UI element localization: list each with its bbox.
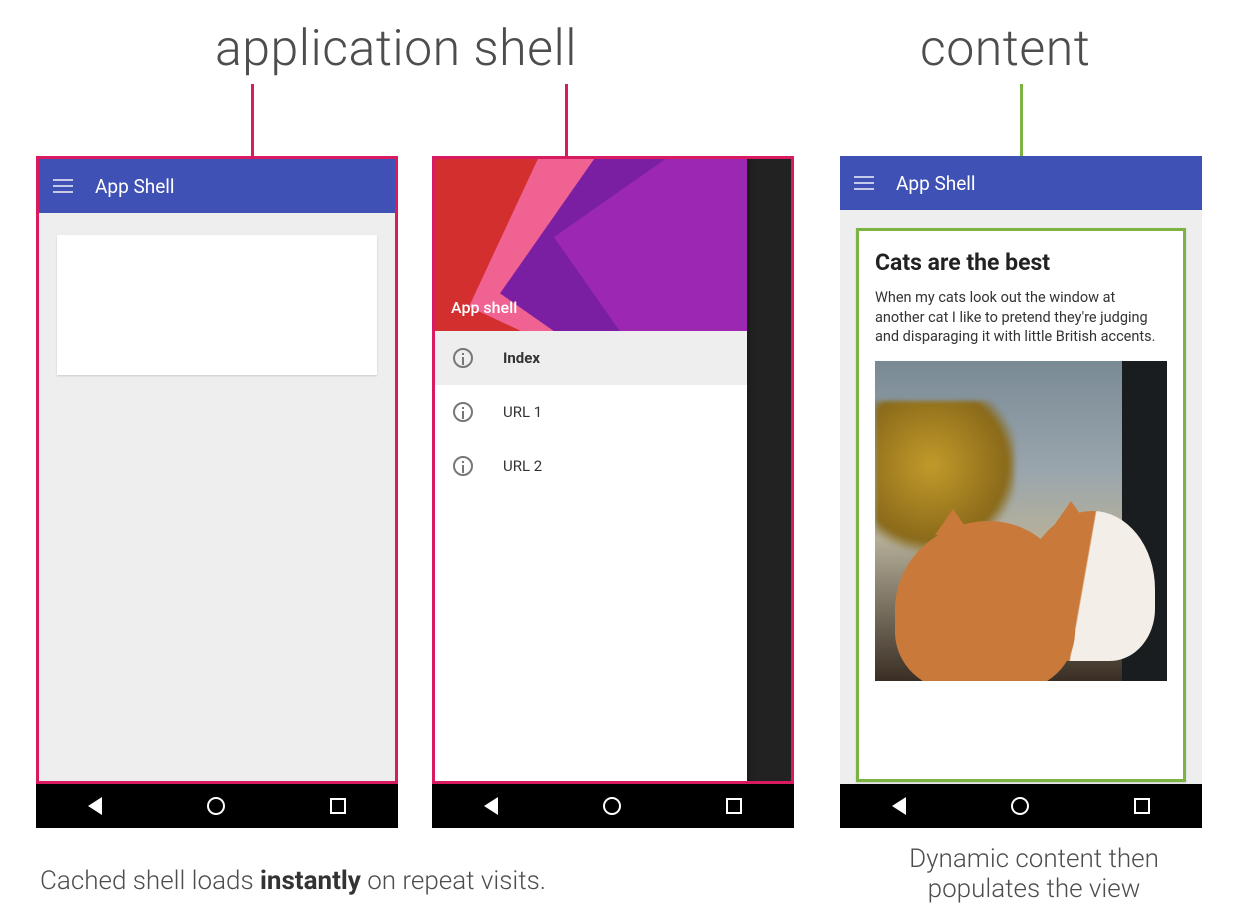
drawer-title: App shell: [451, 298, 517, 317]
drawer-item-url1[interactable]: URL 1: [435, 385, 747, 439]
hamburger-icon[interactable]: [854, 176, 874, 190]
caption-left-pre: Cached shell loads: [40, 866, 260, 896]
info-icon: [453, 456, 473, 476]
appbar-title: App Shell: [896, 172, 976, 195]
drawer-header: App shell: [435, 159, 747, 331]
appbar: App Shell: [840, 156, 1202, 210]
caption-left-bold: instantly: [260, 866, 361, 896]
drawer-item-url2[interactable]: URL 2: [435, 439, 747, 493]
caption-right-line2: populates the view: [928, 874, 1141, 904]
connector-shell-right: [565, 84, 568, 159]
phone2-screen: App shell Index URL 1 URL 2: [432, 156, 794, 784]
phone-shell-drawer: App shell Index URL 1 URL 2: [432, 156, 794, 828]
nav-recent-icon[interactable]: [330, 798, 346, 814]
caption-left-post: on repeat visits.: [361, 866, 546, 896]
phone-content: App Shell Cats are the best When my cats…: [840, 156, 1202, 828]
empty-content-card: [57, 235, 377, 375]
nav-home-icon[interactable]: [603, 797, 621, 815]
nav-back-icon[interactable]: [892, 797, 906, 815]
caption-right-line1: Dynamic content then: [909, 844, 1159, 874]
connector-shell-left: [251, 84, 254, 159]
drawer-item-label: Index: [503, 349, 540, 367]
hamburger-icon[interactable]: [53, 179, 73, 193]
appbar-title: App Shell: [95, 175, 175, 198]
drawer-item-label: URL 1: [503, 403, 542, 421]
appbar: App Shell: [39, 159, 395, 213]
info-icon: [453, 402, 473, 422]
drawer-item-index[interactable]: Index: [435, 331, 747, 385]
android-navbar: [840, 784, 1202, 828]
drawer-item-label: URL 2: [503, 457, 542, 475]
phone-shell-empty: App Shell: [36, 156, 398, 828]
info-icon: [453, 348, 473, 368]
content-body: When my cats look out the window at anot…: [875, 288, 1167, 347]
nav-recent-icon[interactable]: [1134, 798, 1150, 814]
nav-back-icon[interactable]: [88, 797, 102, 815]
caption-right: Dynamic content then populates the view: [864, 844, 1204, 904]
nav-home-icon[interactable]: [1011, 797, 1029, 815]
android-navbar: [432, 784, 794, 828]
nav-drawer: App shell Index URL 1 URL 2: [435, 159, 747, 784]
nav-recent-icon[interactable]: [726, 798, 742, 814]
label-content: content: [920, 20, 1090, 78]
phone1-screen: App Shell: [36, 156, 398, 784]
nav-home-icon[interactable]: [207, 797, 225, 815]
phone3-screen: App Shell Cats are the best When my cats…: [840, 156, 1202, 784]
nav-back-icon[interactable]: [484, 797, 498, 815]
caption-left: Cached shell loads instantly on repeat v…: [40, 866, 546, 896]
content-title: Cats are the best: [875, 249, 1167, 276]
drawer-list: Index URL 1 URL 2: [435, 331, 747, 493]
content-photo-cats: [875, 361, 1167, 681]
content-card: Cats are the best When my cats look out …: [856, 228, 1186, 782]
label-application-shell: application shell: [215, 20, 577, 78]
android-navbar: [36, 784, 398, 828]
